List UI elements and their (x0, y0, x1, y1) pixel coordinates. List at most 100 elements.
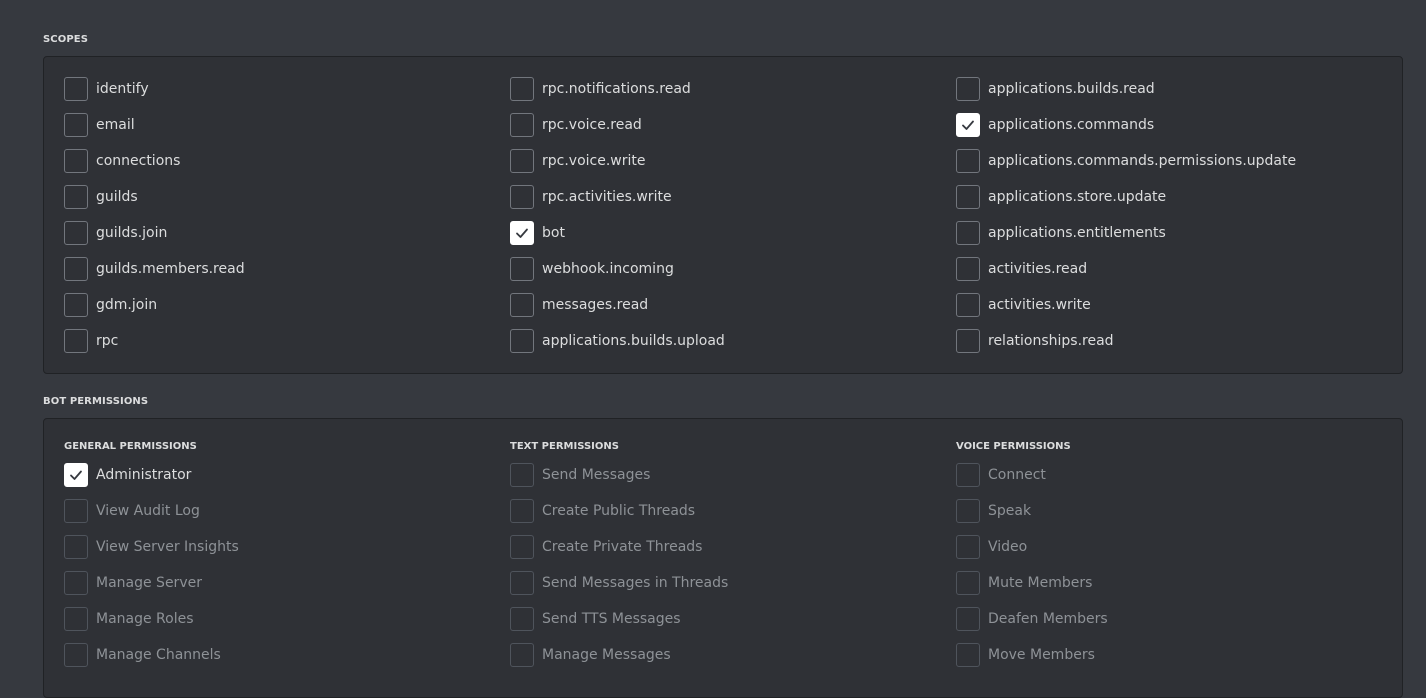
checkbox-label: bot (542, 225, 565, 241)
checkbox[interactable] (510, 149, 534, 173)
scope-checkbox-rpc-notifications-read[interactable]: rpc.notifications.read (510, 77, 691, 101)
checkbox-label: messages.read (542, 297, 649, 313)
permission-checkbox-manage-roles: Manage Roles (64, 607, 194, 631)
checkbox (64, 607, 88, 631)
scope-checkbox-activities-read[interactable]: activities.read (956, 257, 1087, 281)
checkbox[interactable] (510, 257, 534, 281)
checkbox[interactable] (956, 185, 980, 209)
checkbox[interactable] (510, 185, 534, 209)
checkbox[interactable] (956, 221, 980, 245)
checkbox (956, 643, 980, 667)
checkbox[interactable] (956, 149, 980, 173)
scope-checkbox-identify[interactable]: identify (64, 77, 149, 101)
checkbox[interactable] (510, 329, 534, 353)
checkbox-label: Manage Messages (542, 647, 671, 663)
checkbox[interactable] (64, 149, 88, 173)
scope-checkbox-messages-read[interactable]: messages.read (510, 293, 648, 317)
checkbox-label: rpc (96, 333, 119, 349)
permission-checkbox-administrator[interactable]: Administrator (64, 463, 191, 487)
scope-checkbox-webhook-incoming[interactable]: webhook.incoming (510, 257, 674, 281)
scope-checkbox-activities-write[interactable]: activities.write (956, 293, 1091, 317)
checkbox[interactable] (510, 113, 534, 137)
scope-checkbox-email[interactable]: email (64, 113, 135, 137)
checkbox[interactable] (956, 329, 980, 353)
checkbox-label: Manage Channels (96, 647, 221, 663)
checkbox-label: applications.builds.read (988, 81, 1155, 97)
checkbox[interactable] (64, 329, 88, 353)
checkbox (64, 535, 88, 559)
checkbox (64, 571, 88, 595)
checkbox[interactable] (64, 463, 88, 487)
checkbox[interactable] (956, 257, 980, 281)
permission-checkbox-view-server-insights: View Server Insights (64, 535, 239, 559)
permission-checkbox-create-public-threads: Create Public Threads (510, 499, 695, 523)
scope-checkbox-guilds-members-read[interactable]: guilds.members.read (64, 257, 245, 281)
checkbox-label: Connect (988, 467, 1046, 483)
checkbox (956, 463, 980, 487)
permission-checkbox-mute-members: Mute Members (956, 571, 1092, 595)
checkbox-label: rpc.voice.write (542, 153, 646, 169)
checkbox[interactable] (64, 293, 88, 317)
checkbox (956, 607, 980, 631)
permission-group-heading: GENERAL PERMISSIONS (64, 441, 197, 452)
checkbox[interactable] (510, 77, 534, 101)
scope-checkbox-rpc-activities-write[interactable]: rpc.activities.write (510, 185, 672, 209)
scope-checkbox-applications-commands-permissions-update[interactable]: applications.commands.permissions.update (956, 149, 1296, 173)
checkbox-label: Manage Server (96, 575, 202, 591)
checkbox (510, 463, 534, 487)
permission-checkbox-view-audit-log: View Audit Log (64, 499, 200, 523)
scope-checkbox-guilds-join[interactable]: guilds.join (64, 221, 167, 245)
scope-checkbox-rpc-voice-read[interactable]: rpc.voice.read (510, 113, 642, 137)
scope-checkbox-rpc-voice-write[interactable]: rpc.voice.write (510, 149, 646, 173)
checkbox[interactable] (510, 293, 534, 317)
checkbox-label: Create Public Threads (542, 503, 696, 519)
checkbox-label: identify (96, 81, 149, 97)
checkbox[interactable] (956, 113, 980, 137)
permission-checkbox-video: Video (956, 535, 1027, 559)
permission-checkbox-manage-channels: Manage Channels (64, 643, 221, 667)
checkbox[interactable] (956, 77, 980, 101)
checkbox-label: View Server Insights (96, 539, 239, 555)
permission-checkbox-send-messages: Send Messages (510, 463, 650, 487)
checkbox-label: guilds.join (96, 225, 168, 241)
checkbox[interactable] (64, 257, 88, 281)
checkbox (64, 499, 88, 523)
checkbox-label: Move Members (988, 647, 1095, 663)
checkbox[interactable] (64, 77, 88, 101)
checkbox-label: applications.store.update (988, 189, 1167, 205)
checkbox-label: rpc.voice.read (542, 117, 642, 133)
checkbox-label: webhook.incoming (542, 261, 674, 277)
checkbox-label: Send Messages in Threads (542, 575, 729, 591)
scope-checkbox-applications-entitlements[interactable]: applications.entitlements (956, 221, 1166, 245)
checkbox-label: applications.commands.permissions.update (988, 153, 1297, 169)
checkbox (510, 499, 534, 523)
scope-checkbox-bot[interactable]: bot (510, 221, 565, 245)
checkbox[interactable] (510, 221, 534, 245)
scope-checkbox-relationships-read[interactable]: relationships.read (956, 329, 1114, 353)
bot-permissions-section-title: BOT PERMISSIONS (43, 396, 149, 407)
scope-checkbox-guilds[interactable]: guilds (64, 185, 138, 209)
scope-checkbox-applications-builds-upload[interactable]: applications.builds.upload (510, 329, 725, 353)
checkbox-label: applications.builds.upload (542, 333, 725, 349)
scope-checkbox-applications-builds-read[interactable]: applications.builds.read (956, 77, 1155, 101)
checkbox[interactable] (956, 293, 980, 317)
permission-checkbox-send-messages-in-threads: Send Messages in Threads (510, 571, 728, 595)
checkbox-label: rpc.activities.write (542, 189, 672, 205)
checkbox (956, 571, 980, 595)
checkbox[interactable] (64, 221, 88, 245)
checkbox-label: View Audit Log (96, 503, 200, 519)
scope-checkbox-rpc[interactable]: rpc (64, 329, 118, 353)
scope-checkbox-applications-commands[interactable]: applications.commands (956, 113, 1154, 137)
permission-checkbox-manage-server: Manage Server (64, 571, 202, 595)
checkmark-icon (962, 120, 974, 130)
permission-checkbox-manage-messages: Manage Messages (510, 643, 671, 667)
permission-group-heading: VOICE PERMISSIONS (956, 441, 1071, 452)
permission-checkbox-move-members: Move Members (956, 643, 1095, 667)
scope-checkbox-gdm-join[interactable]: gdm.join (64, 293, 157, 317)
scope-checkbox-applications-store-update[interactable]: applications.store.update (956, 185, 1166, 209)
checkbox[interactable] (64, 113, 88, 137)
scope-checkbox-connections[interactable]: connections (64, 149, 180, 173)
checkbox[interactable] (64, 185, 88, 209)
checkbox-label: gdm.join (96, 297, 158, 313)
permission-checkbox-connect: Connect (956, 463, 1046, 487)
